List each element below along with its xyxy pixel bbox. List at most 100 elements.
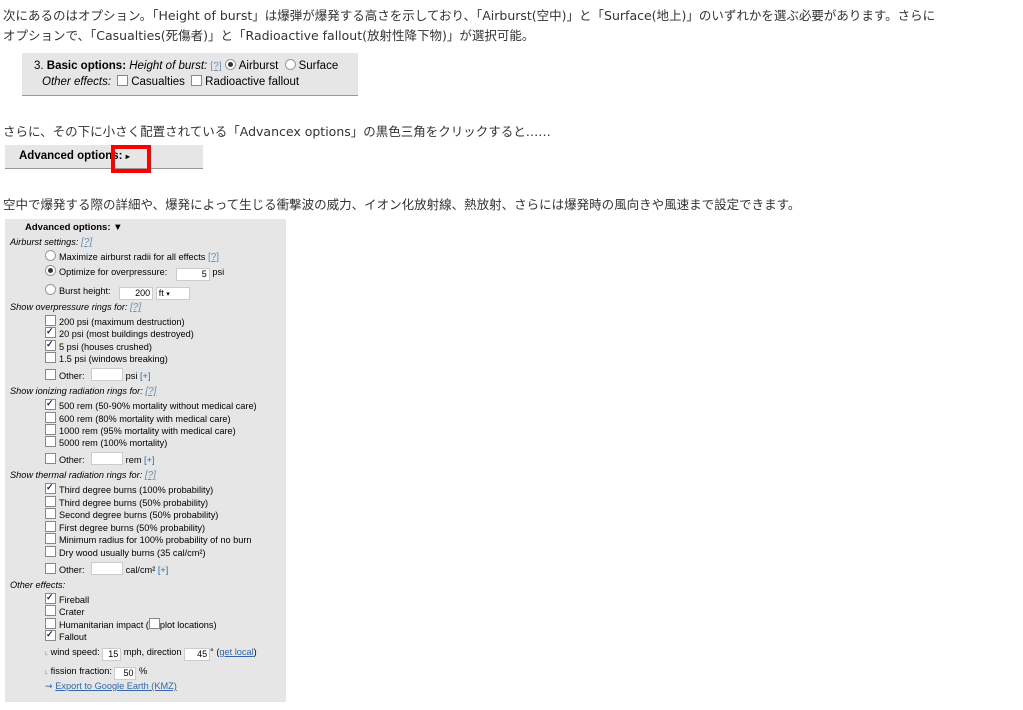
optimize-psi-unit: psi [212,267,225,277]
th-other-label: Other: [59,565,85,575]
op-other-input[interactable] [91,368,124,381]
th-2-50-label: Second degree burns (50% probability) [59,510,219,520]
paragraph-options-line2: オプションで、「Casualties(死傷者)」と「Radioactive fa… [3,28,535,43]
op-1-5-checkbox[interactable] [45,352,56,363]
th-wood-checkbox[interactable] [45,546,56,557]
wind-direction-input[interactable]: 45 [184,648,211,661]
ir-500-checkbox[interactable] [45,397,56,410]
fallout-checkbox[interactable] [45,628,56,641]
plot-locations-checkbox[interactable] [148,618,160,629]
airburst-settings-help-link[interactable]: [?] [81,237,92,248]
optimize-radio[interactable] [45,265,56,276]
get-local-link[interactable]: get local [219,647,253,657]
airburst-settings-label: Airburst settings: [10,237,79,247]
th-3-100-checkbox[interactable] [45,481,56,494]
op-200-label: 200 psi (maximum destruction) [59,317,185,327]
crater-checkbox[interactable] [45,605,56,616]
sub-arrow-icon: ˪ [45,666,49,676]
th-1-50-checkbox[interactable] [45,521,56,532]
maximize-radio[interactable] [45,250,56,261]
radioactive-fallout-checkbox[interactable] [191,75,203,86]
burst-height-row: Burst height: 200 ft ▾ [45,284,190,300]
ir-other-checkbox[interactable] [45,453,56,464]
advanced-options-header[interactable]: Advanced options: ▼ [25,222,123,234]
fireball-label: Fireball [59,595,90,605]
th-other-input[interactable] [91,562,124,575]
airburst-radio[interactable] [224,59,236,70]
optimize-psi-input[interactable]: 5 [175,268,210,281]
th-other-checkbox[interactable] [45,563,56,574]
ir-600-checkbox[interactable] [45,412,56,423]
th-min-checkbox[interactable] [45,533,56,544]
th-other-row: Other: cal/cm² [+] [45,562,168,576]
basic-options-row: 3. Basic options: Height of burst: [?] A… [34,59,338,72]
ionizing-heading: Show ionizing radiation rings for: [?] [10,385,156,398]
wind-speed-input[interactable]: 15 [102,648,122,661]
dropdown-arrow-icon: ▾ [166,291,170,298]
burst-height-label: Burst height: [59,286,111,296]
th-add-link[interactable]: [+] [158,565,168,575]
highlight-box [111,145,151,173]
basic-options-number: 3. [34,60,44,72]
casualties-checkbox[interactable] [117,75,129,86]
fallout-label: Fallout [59,632,87,642]
burst-height-radio[interactable] [45,284,56,295]
overpressure-help-link[interactable]: [?] [130,302,141,313]
direction-label: mph, direction [123,647,182,657]
other-effects-heading: Other effects: [10,580,66,590]
sub-arrow-icon: ˪ [45,647,49,657]
ir-5000-checkbox[interactable] [45,436,56,447]
export-row: ⇝ Export to Google Earth (KMZ) [45,680,177,692]
wind-row: ˪ wind speed: 15 mph, direction 45 ° (get… [45,647,257,661]
airburst-settings-heading: Airburst settings: [?] [10,236,92,249]
op-1-5-row: 1.5 psi (windows breaking) [45,352,168,365]
thermal-heading: Show thermal radiation rings for: [?] [10,469,156,482]
paragraph-options-line1: 次にあるのはオプション。「Height of burst」は爆弾が爆発する高さを… [3,8,936,23]
maximize-help-link[interactable]: [?] [208,252,219,263]
ionizing-label: Show ionizing radiation rings for: [10,386,143,396]
basic-options-panel: 3. Basic options: Height of burst: [?] A… [22,53,358,96]
fission-fraction-input[interactable]: 50 [114,667,137,680]
surface-radio[interactable] [284,59,296,70]
thermal-help-link[interactable]: [?] [145,470,156,481]
th-3-50-checkbox[interactable] [45,496,56,507]
ir-1000-checkbox[interactable] [45,424,56,435]
ir-add-link[interactable]: [+] [144,455,154,465]
burst-height-unit-select[interactable]: ft ▾ [155,287,190,300]
th-2-50-checkbox[interactable] [45,508,56,519]
burst-height-input[interactable]: 200 [119,287,154,300]
th-2-50-row: Second degree burns (50% probability) [45,508,218,521]
burst-unit-value: ft [158,288,164,298]
th-other-unit: cal/cm² [125,565,156,575]
ir-5000-row: 5000 rem (100% mortality) [45,436,167,449]
fireball-checkbox[interactable] [45,591,56,604]
op-20-checkbox[interactable] [45,325,56,338]
th-1-50-label: First degree burns (50% probability) [59,523,206,533]
op-other-checkbox[interactable] [45,369,56,380]
export-google-earth-link[interactable]: Export to Google Earth (KMZ) [55,681,177,691]
degree-symbol: ° [210,647,214,657]
ionizing-help-link[interactable]: [?] [145,386,156,397]
ir-other-input[interactable] [91,452,124,465]
crater-row: Crater [45,605,85,618]
op-5-label: 5 psi (houses crushed) [59,342,152,352]
thermal-label: Show thermal radiation rings for: [10,470,143,480]
height-of-burst-help-link[interactable]: [?] [210,61,221,72]
th-wood-label: Dry wood usually burns (35 cal/cm²) [59,548,206,558]
crater-label: Crater [59,607,85,617]
radioactive-fallout-label: Radioactive fallout [205,76,300,88]
basic-options-title: Basic options: [46,60,127,72]
fallout-row: Fallout [45,628,87,643]
wind-speed-label: wind speed: [50,647,100,657]
op-5-checkbox[interactable] [45,338,56,351]
advanced-options-panel: Advanced options: ▼ Airburst settings: [… [5,219,286,702]
op-add-link[interactable]: [+] [140,371,150,381]
op-20-label: 20 psi (most buildings destroyed) [59,329,194,339]
export-arrow-icon: ⇝ [45,681,53,691]
ir-other-label: Other: [59,455,85,465]
paragraph-advanced-hint: さらに、その下に小さく配置されている「Advancex options」の黒色三… [3,124,551,139]
optimize-row: Optimize for overpressure: 5 psi [45,265,224,281]
op-1-5-label: 1.5 psi (windows breaking) [59,354,168,364]
surface-label: Surface [298,60,339,72]
ir-5000-label: 5000 rem (100% mortality) [59,438,168,448]
